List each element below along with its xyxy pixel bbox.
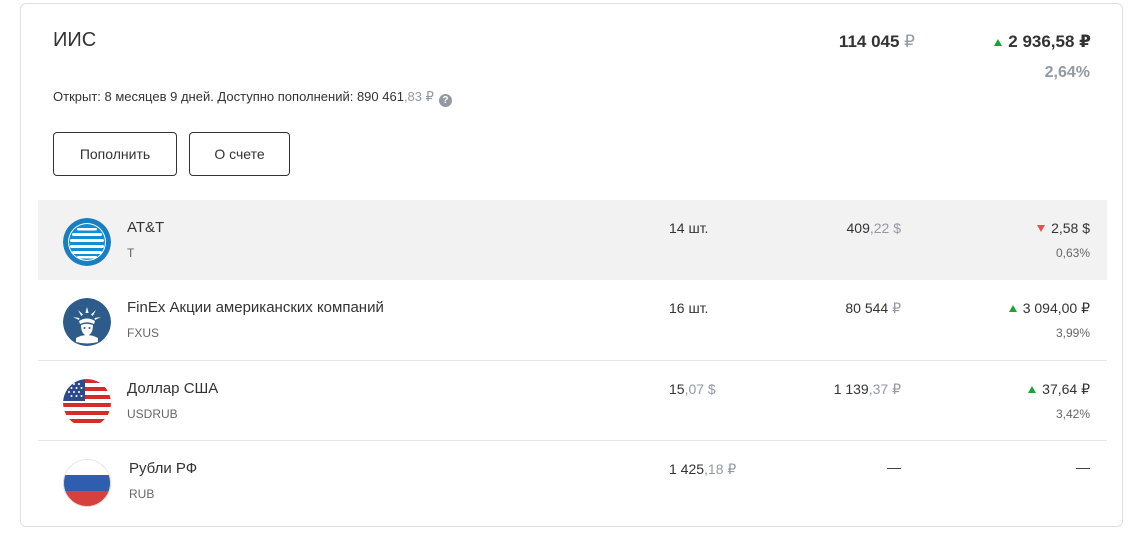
- holding-price: 409,22 $: [847, 220, 902, 236]
- holding-quantity-int: 15: [669, 381, 685, 397]
- holding-price-int: 1 139: [833, 381, 869, 397]
- holding-price: 80 544 ₽: [845, 300, 901, 317]
- holding-change: —: [1076, 459, 1090, 475]
- account-total-currency: ₽: [904, 32, 915, 51]
- finex-statue-of-liberty-icon: [63, 298, 111, 346]
- holding-price: —: [887, 459, 901, 475]
- holding-price-int: 409: [846, 220, 870, 236]
- holding-row-rub[interactable]: Рубли РФ RUB 1 425,18 ₽ — —: [38, 440, 1107, 520]
- holding-quantity: 14 шт.: [669, 220, 709, 236]
- holding-quantity-frac: ,18 ₽: [704, 461, 737, 477]
- holding-name: AT&T: [127, 219, 165, 236]
- account-info-text: Открыт: 8 месяцев 9 дней. Доступно попол…: [53, 89, 404, 104]
- holding-change-value: 2,58 $: [1051, 220, 1090, 236]
- holding-price: 1 139,37 ₽: [834, 381, 901, 398]
- account-gain-percent: 2,64%: [1044, 64, 1090, 81]
- holding-price-frac: ₽: [888, 300, 901, 316]
- holding-change: 2,58 $: [1037, 220, 1090, 236]
- holding-change-value: 37,64 ₽: [1042, 381, 1090, 397]
- holding-change-value: 3 094,00 ₽: [1022, 300, 1090, 316]
- us-flag-icon: [63, 379, 111, 427]
- russia-flag-icon: [63, 459, 111, 507]
- holding-quantity: 1 425,18 ₽: [669, 461, 736, 478]
- help-icon[interactable]: ?: [438, 94, 452, 107]
- holding-change-percent: 3,42%: [1055, 407, 1090, 421]
- holding-quantity-frac: ,07 $: [684, 381, 716, 397]
- account-title: ИИС: [53, 29, 97, 51]
- holding-change: 37,64 ₽: [1028, 381, 1090, 398]
- arrow-up-icon: [994, 39, 1003, 46]
- holding-name: Рубли РФ: [129, 460, 198, 477]
- holding-price-int: 80 544: [845, 300, 889, 316]
- account-info: Открыт: 8 месяцев 9 дней. Доступно попол…: [53, 89, 452, 107]
- holding-quantity: 16 шт.: [669, 300, 709, 316]
- holding-ticker: T: [127, 246, 135, 260]
- account-total: 114 045 ₽: [839, 32, 915, 52]
- account-gain-value: 2 936,58 ₽: [1008, 32, 1091, 51]
- holding-ticker: FXUS: [127, 326, 160, 340]
- account-card: ИИС 114 045 ₽ 2 936,58 ₽ 2,64% Открыт: 8…: [20, 3, 1123, 527]
- topup-button[interactable]: Пополнить: [53, 132, 177, 176]
- holding-change: 3 094,00 ₽: [1008, 300, 1090, 317]
- holding-price-frac: ,37 ₽: [868, 381, 901, 397]
- holding-price-frac: ,22 $: [869, 220, 901, 236]
- att-logo-icon: [63, 218, 111, 266]
- holding-quantity: 15,07 $: [669, 381, 716, 397]
- arrow-up-icon: [1028, 386, 1037, 393]
- holding-name: FinEx Акции американских компаний: [127, 299, 384, 316]
- holding-row-usdrub[interactable]: Доллар США USDRUB 15,07 $ 1 139,37 ₽ 37,…: [38, 360, 1107, 440]
- holding-change-percent: 0,63%: [1055, 246, 1090, 260]
- account-total-amount: 114 045: [838, 32, 900, 51]
- holding-row-att[interactable]: AT&T T 14 шт. 409,22 $ 2,58 $ 0,63%: [38, 200, 1107, 280]
- holding-ticker: RUB: [129, 487, 155, 501]
- holding-name: Доллар США: [127, 380, 219, 397]
- holding-quantity-int: 1 425: [669, 461, 705, 477]
- about-account-button[interactable]: О счете: [189, 132, 290, 176]
- account-info-fraction: ,83 ₽: [403, 89, 434, 104]
- arrow-down-icon: [1037, 225, 1046, 232]
- holding-change-percent: 3,99%: [1055, 326, 1090, 340]
- holding-row-fxus[interactable]: FinEx Акции американских компаний FXUS 1…: [38, 280, 1107, 360]
- account-gain: 2 936,58 ₽: [994, 32, 1091, 52]
- arrow-up-icon: [1008, 305, 1017, 312]
- holding-ticker: USDRUB: [127, 407, 178, 421]
